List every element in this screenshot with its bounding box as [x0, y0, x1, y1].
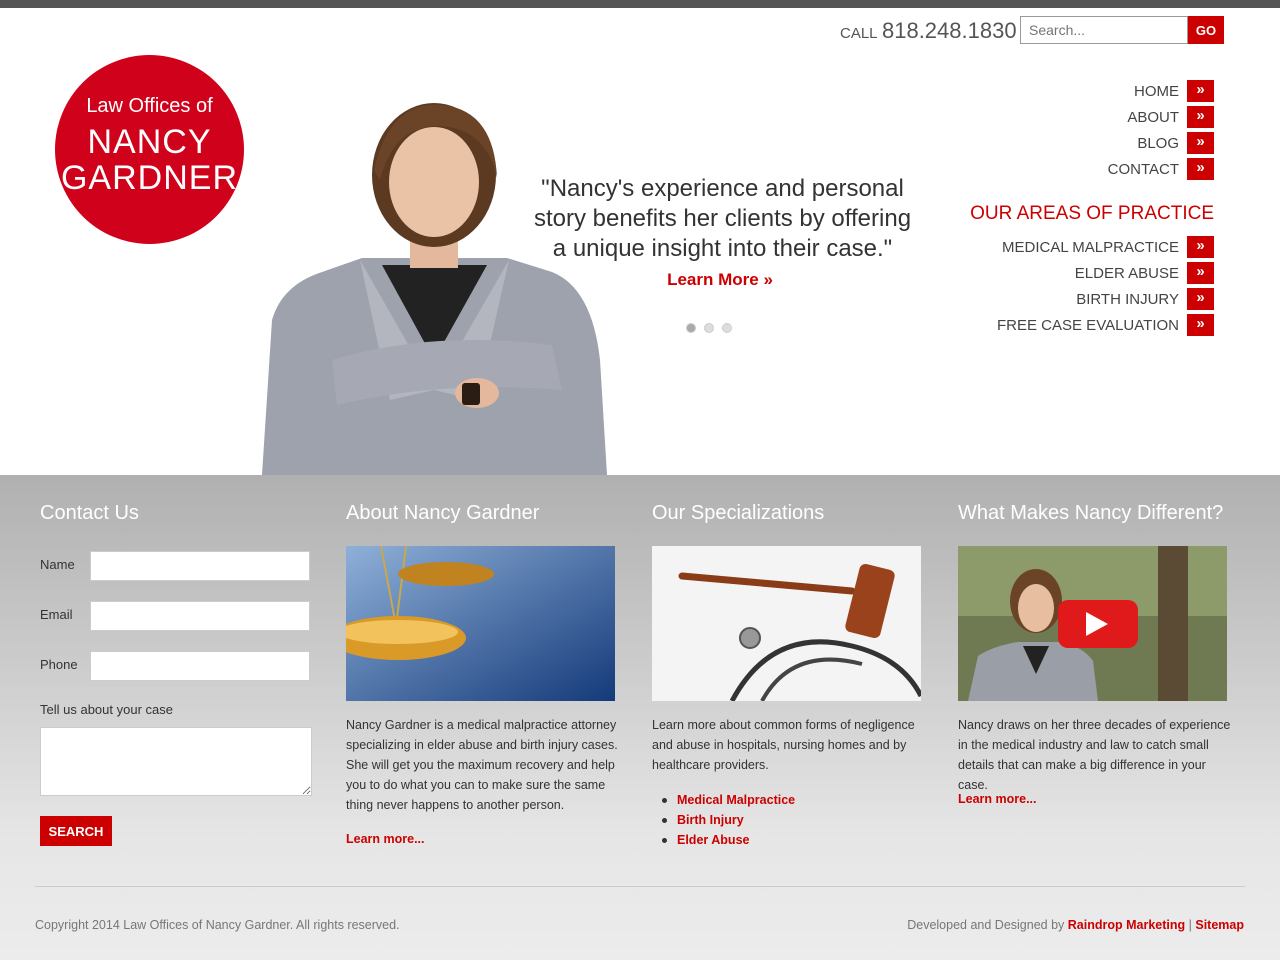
slider-dot-1[interactable]	[686, 323, 696, 333]
about-title: About Nancy Gardner	[346, 502, 540, 524]
play-icon[interactable]	[1058, 600, 1138, 648]
different-text: Nancy draws on her three decades of expe…	[958, 718, 1231, 792]
name-label: Name	[40, 557, 75, 572]
quote-line-1: "Nancy's experience and personal	[541, 175, 904, 202]
contact-title: Contact Us	[40, 502, 139, 524]
different-learn-more-link[interactable]: Learn more...	[958, 792, 1037, 806]
different-title: What Makes Nancy Different?	[958, 502, 1224, 524]
nav-item-label: CONTACT	[1107, 160, 1179, 178]
double-chevron-right-icon[interactable]: »	[1187, 288, 1214, 310]
specialization-link-birth-injury[interactable]: Birth Injury	[677, 813, 744, 827]
raindrop-marketing-link[interactable]: Raindrop Marketing	[1068, 918, 1185, 932]
list-item: Birth Injury	[662, 810, 795, 830]
phone-value[interactable]: 818.248.1830	[882, 18, 1017, 43]
specializations-list: Medical Malpractice Birth Injury Elder A…	[662, 790, 795, 850]
nav-item-about[interactable]: ABOUT »	[1127, 106, 1214, 128]
case-textarea[interactable]	[40, 727, 312, 796]
about-text: Nancy Gardner is a medical malpractice a…	[346, 718, 618, 812]
slider-dot-3[interactable]	[722, 323, 732, 333]
go-button[interactable]: GO	[1188, 16, 1224, 44]
practice-item-label: BIRTH INJURY	[1076, 290, 1179, 308]
practice-item-label: ELDER ABUSE	[1074, 264, 1179, 282]
name-field[interactable]	[90, 551, 310, 581]
practice-item-elder-abuse[interactable]: ELDER ABUSE »	[1075, 262, 1214, 284]
quote-line-2: story benefits her clients by offering	[533, 205, 912, 232]
nav-item-label: HOME	[1134, 82, 1179, 100]
site-logo[interactable]: Law Offices of NANCY GARDNER	[55, 55, 244, 244]
logo-line-1: Law Offices of	[86, 95, 213, 117]
hero-quote: "Nancy's experience and personal story b…	[530, 174, 915, 264]
gavel-stethoscope-image[interactable]	[652, 546, 921, 701]
nav-item-home[interactable]: HOME »	[1134, 80, 1214, 102]
practice-item-medical-malpractice[interactable]: MEDICAL MALPRACTICE »	[1002, 236, 1214, 258]
nav-item-blog[interactable]: BLOG »	[1137, 132, 1214, 154]
specialization-link-elder-abuse[interactable]: Elder Abuse	[677, 833, 749, 847]
footer-divider	[35, 886, 1245, 887]
phone-label: Phone	[40, 657, 78, 672]
practice-areas-title: OUR AREAS OF PRACTICE	[970, 203, 1214, 224]
nav-item-label: BLOG	[1137, 134, 1179, 152]
top-bar	[0, 0, 1280, 8]
double-chevron-right-icon[interactable]: »	[1187, 236, 1214, 258]
phone-field[interactable]	[90, 651, 310, 681]
practice-item-birth-injury[interactable]: BIRTH INJURY »	[1076, 288, 1214, 310]
double-chevron-right-icon[interactable]: »	[1187, 158, 1214, 180]
sitemap-link[interactable]: Sitemap	[1195, 918, 1244, 932]
logo-line-3: GARDNER	[60, 159, 239, 197]
phone-number[interactable]: CALL 818.248.1830	[840, 18, 1017, 44]
case-label: Tell us about your case	[40, 702, 173, 717]
scales-of-justice-image[interactable]	[346, 546, 615, 701]
email-field[interactable]	[90, 601, 310, 631]
developer-credit: Developed and Designed by Raindrop Marke…	[907, 918, 1244, 932]
hero-portrait-image	[262, 103, 607, 475]
slider-dot-2[interactable]	[704, 323, 714, 333]
logo-line-2: NANCY	[87, 123, 212, 161]
hero-learn-more-link[interactable]: Learn More »	[620, 270, 820, 290]
practice-item-free-case-evaluation[interactable]: FREE CASE EVALUATION »	[997, 314, 1214, 336]
list-item: Medical Malpractice	[662, 790, 795, 810]
specializations-text: Learn more about common forms of neglige…	[652, 718, 915, 772]
double-chevron-right-icon[interactable]: »	[1187, 132, 1214, 154]
contact-submit-button[interactable]: SEARCH	[40, 816, 112, 846]
list-item: Elder Abuse	[662, 830, 795, 850]
copyright-text: Copyright 2014 Law Offices of Nancy Gard…	[35, 918, 400, 932]
practice-item-label: FREE CASE EVALUATION	[997, 316, 1179, 334]
nav-item-label: ABOUT	[1127, 108, 1179, 126]
double-chevron-right-icon[interactable]: »	[1187, 262, 1214, 284]
footer-separator: |	[1188, 918, 1192, 932]
developer-prefix: Developed and Designed by	[907, 918, 1065, 932]
about-learn-more-link[interactable]: Learn more...	[346, 832, 425, 846]
search-input[interactable]	[1020, 16, 1188, 44]
email-label: Email	[40, 607, 73, 622]
nav-item-contact[interactable]: CONTACT »	[1108, 158, 1214, 180]
call-label: CALL	[840, 25, 878, 42]
double-chevron-right-icon[interactable]: »	[1187, 106, 1214, 128]
specializations-title: Our Specializations	[652, 502, 825, 524]
double-chevron-right-icon[interactable]: »	[1187, 314, 1214, 336]
video-thumbnail[interactable]	[958, 546, 1227, 701]
quote-line-3: a unique insight into their case."	[552, 235, 893, 262]
specialization-link-medical-malpractice[interactable]: Medical Malpractice	[677, 793, 795, 807]
practice-item-label: MEDICAL MALPRACTICE	[1002, 238, 1179, 256]
double-chevron-right-icon[interactable]: »	[1187, 80, 1214, 102]
